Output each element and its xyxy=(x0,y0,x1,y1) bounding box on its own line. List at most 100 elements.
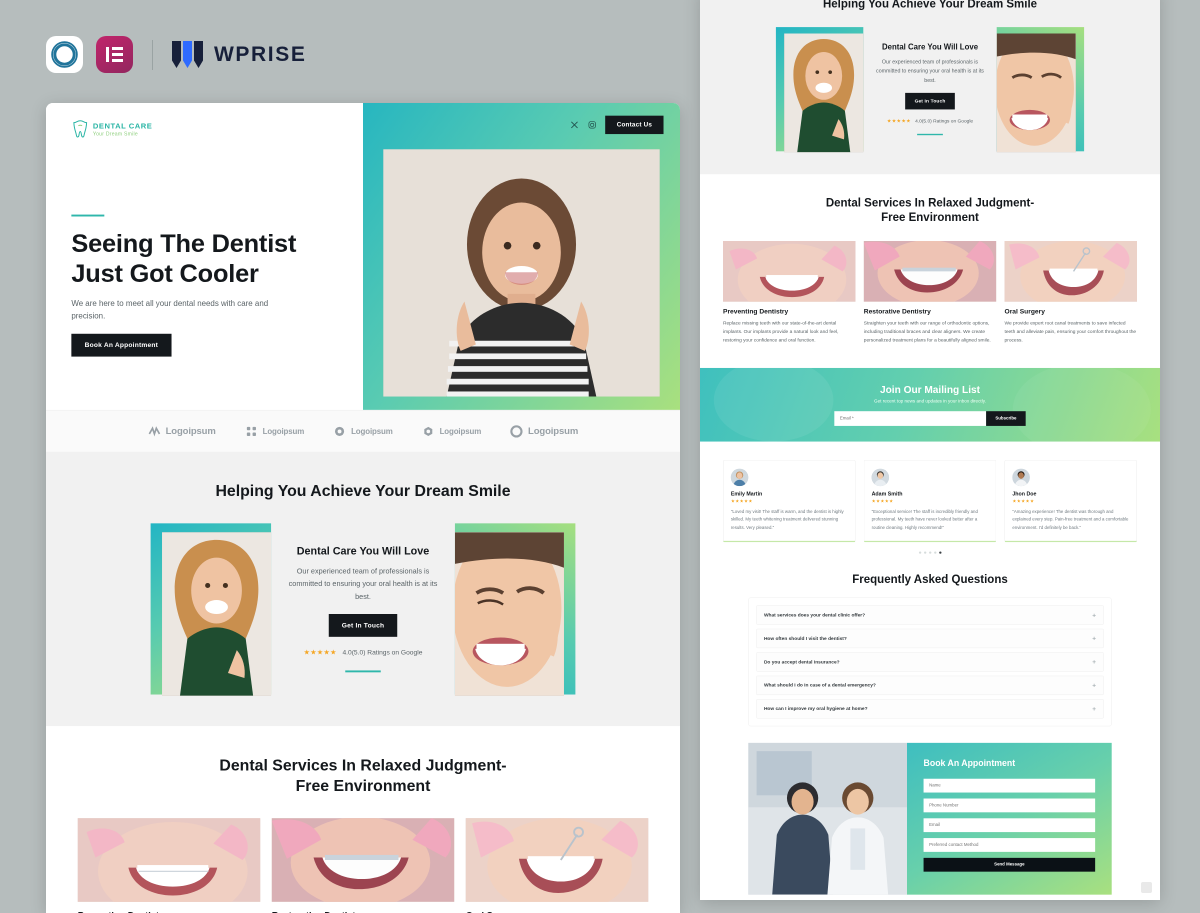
carousel-dots[interactable] xyxy=(700,551,1160,554)
services-section: Dental Services In Relaxed Judgment- Fre… xyxy=(46,725,680,913)
logo-item-4: Logoipsum xyxy=(422,425,481,438)
service-card[interactable]: Oral Surgery We provide expert root cana… xyxy=(1004,240,1137,345)
site-canvas-right: Helping You Achieve Your Dream Smile Den… xyxy=(700,0,1160,900)
testimonial-stars: ★★★★★ xyxy=(871,498,894,504)
faq-question: How can I improve my oral hygiene at hom… xyxy=(763,705,868,712)
testimonials-section: Emily Martin ★★★★★ "Loved my visit! The … xyxy=(700,441,1160,570)
service-image-2 xyxy=(863,240,997,302)
plus-icon[interactable]: + xyxy=(1092,612,1096,618)
service-image-1 xyxy=(723,240,856,302)
service-title: Preventing Dentistry xyxy=(723,307,789,316)
get-in-touch-button[interactable]: Get In Touch xyxy=(904,93,956,110)
logo-item-3: Logoipsum xyxy=(333,425,393,438)
phone-field[interactable] xyxy=(923,798,1096,813)
right-page-mockup[interactable]: Helping You Achieve Your Dream Smile Den… xyxy=(700,0,1160,900)
hero-photo xyxy=(383,149,660,397)
tooth-icon xyxy=(71,119,89,138)
carousel-dot[interactable] xyxy=(923,551,927,554)
hero-right-column: Contact Us xyxy=(363,103,680,410)
subscribe-button[interactable]: Subscribe xyxy=(986,410,1026,426)
carousel-dot[interactable] xyxy=(918,551,922,554)
testimonial-quote: "Exceptional service! The staff is incre… xyxy=(871,508,978,531)
service-body: Straighten your teeth with our range of … xyxy=(863,320,991,344)
site-logo[interactable]: DENTAL CARE Your Dream Smile xyxy=(71,119,363,138)
instagram-icon[interactable] xyxy=(588,120,597,129)
get-in-touch-button[interactable]: Get In Touch xyxy=(328,614,398,638)
testimonial-quote: "Amazing experience! The dentist was tho… xyxy=(1012,508,1129,531)
hero-accent-rule xyxy=(71,214,105,217)
feature-underline xyxy=(917,133,943,136)
send-message-button[interactable]: Send Message xyxy=(923,857,1096,872)
avatar xyxy=(1012,468,1030,486)
service-card[interactable]: Restorative Dentistry Straighten your te… xyxy=(271,817,455,913)
faq-item[interactable]: How often should I visit the dentist? + xyxy=(756,628,1104,648)
rating-text: 4.0(5.0) Ratings on Google xyxy=(342,648,423,657)
faq-item[interactable]: Do you accept dental insurance? + xyxy=(756,652,1104,672)
feature-image-right xyxy=(454,523,576,696)
logo-strip: Logoipsum Logoipsum Logoipsum Logoipsum … xyxy=(46,409,680,452)
logo-item-1: Logoipsum xyxy=(148,425,216,438)
rating-text: 4.0(5.0) Ratings on Google xyxy=(915,118,974,124)
booking-photo xyxy=(748,742,907,895)
wprise-mark-icon xyxy=(172,41,203,68)
faq-item[interactable]: What services does your dental clinic of… xyxy=(756,605,1104,625)
services-section-title: Dental Services In Relaxed Judgment- Fre… xyxy=(825,196,1035,224)
faq-list: What services does your dental clinic of… xyxy=(748,597,1112,727)
email-input[interactable] xyxy=(834,410,987,426)
logo-title: DENTAL CARE xyxy=(92,121,153,131)
service-image-2 xyxy=(271,817,455,902)
rating-stars: ★★★★★ xyxy=(303,649,337,657)
feature-section: Helping You Achieve Your Dream Smile Den… xyxy=(46,451,680,726)
testimonial-card: Jhon Doe ★★★★★ "Amazing experience! The … xyxy=(1004,459,1137,543)
rating-stars: ★★★★★ xyxy=(886,118,911,124)
service-card[interactable]: Preventing Dentistry Replace missing tee… xyxy=(77,817,261,913)
preferred-contact-field[interactable] xyxy=(923,837,1096,852)
service-image-1 xyxy=(77,817,261,902)
faq-section-title: Frequently Asked Questions xyxy=(852,573,1008,587)
carousel-dot[interactable] xyxy=(933,551,937,554)
plus-icon[interactable]: + xyxy=(1092,705,1096,711)
rating: ★★★★★ 4.0(5.0) Ratings on Google xyxy=(873,118,986,124)
service-title: Oral Surgery xyxy=(1004,307,1045,316)
brand-bar: WPRISE xyxy=(46,36,306,73)
plus-icon[interactable]: + xyxy=(1092,682,1096,688)
hero-copy: Seeing The Dentist Just Got Cooler We ar… xyxy=(71,214,337,357)
plus-icon[interactable]: + xyxy=(1092,635,1096,641)
services-row: Preventing Dentistry Replace missing tee… xyxy=(700,240,1160,345)
logo-item-5-label: Logoipsum xyxy=(528,425,579,437)
logo-tagline: Your Dream Smile xyxy=(92,130,138,137)
plus-icon[interactable]: + xyxy=(1092,659,1096,665)
faq-item[interactable]: What should I do in case of a dental eme… xyxy=(756,675,1104,695)
carousel-dot[interactable] xyxy=(928,551,932,554)
hero-nav: Contact Us xyxy=(570,115,664,135)
wprise-wordmark: WPRISE xyxy=(214,42,307,66)
email-field[interactable] xyxy=(923,818,1096,832)
booking-row: Book An Appointment Send Message xyxy=(748,742,1112,895)
resize-handle[interactable] xyxy=(1141,882,1152,893)
service-card[interactable]: Oral Surgery We provide expert root cana… xyxy=(465,817,649,913)
carousel-dot-active[interactable] xyxy=(938,551,942,554)
feature-row: Dental Care You Will Love Our experience… xyxy=(46,523,680,696)
feature-center: Dental Care You Will Love Our experience… xyxy=(271,545,455,673)
mailing-background-image xyxy=(713,367,1151,442)
service-body: We provide expert root canal treatments … xyxy=(1004,320,1137,344)
left-page-mockup[interactable]: DENTAL CARE Your Dream Smile Seeing The … xyxy=(46,103,680,913)
logo-item-5: Logoipsum xyxy=(510,424,579,438)
book-appointment-button[interactable]: Book An Appointment xyxy=(71,333,172,357)
x-icon[interactable] xyxy=(570,120,579,129)
testimonial-card: Adam Smith ★★★★★ "Exceptional service! T… xyxy=(863,459,997,543)
faq-item[interactable]: How can I improve my oral hygiene at hom… xyxy=(756,699,1104,719)
avatar xyxy=(871,468,890,486)
name-field[interactable] xyxy=(923,778,1096,793)
service-card[interactable]: Preventing Dentistry Replace missing tee… xyxy=(723,240,856,345)
service-card[interactable]: Restorative Dentistry Straighten your te… xyxy=(863,240,997,345)
testimonial-stars: ★★★★★ xyxy=(1012,498,1035,504)
testimonials-row: Emily Martin ★★★★★ "Loved my visit! The … xyxy=(700,459,1160,543)
feature-center: Dental Care You Will Love Our experience… xyxy=(863,43,996,136)
contact-us-button[interactable]: Contact Us xyxy=(605,115,664,135)
hero-heading: Seeing The Dentist Just Got Cooler xyxy=(71,229,337,288)
faq-question: Do you accept dental insurance? xyxy=(763,659,840,665)
site-canvas-left: DENTAL CARE Your Dream Smile Seeing The … xyxy=(46,103,680,913)
logo-item-1-label: Logoipsum xyxy=(165,425,216,437)
testimonial-card: Emily Martin ★★★★★ "Loved my visit! The … xyxy=(723,459,856,543)
